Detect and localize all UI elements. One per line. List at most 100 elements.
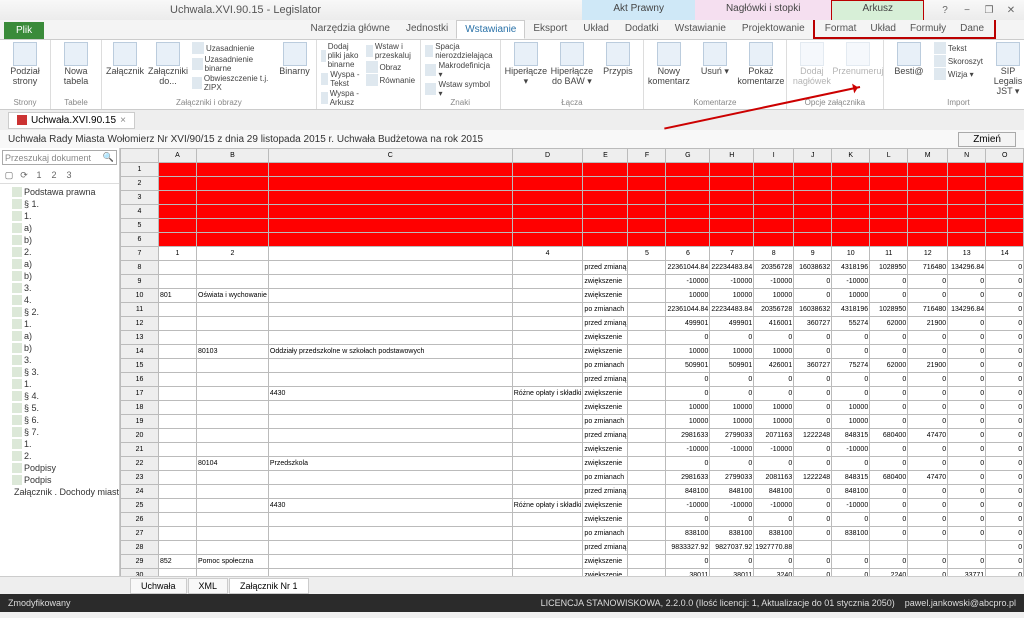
data-cell[interactable]: przed zmianą xyxy=(583,541,628,555)
data-cell[interactable]: 0 xyxy=(870,331,908,345)
col-header[interactable]: N xyxy=(948,149,986,163)
data-cell[interactable] xyxy=(159,275,197,289)
data-cell[interactable]: 0 xyxy=(908,415,948,429)
data-cell[interactable] xyxy=(159,513,197,527)
data-cell[interactable]: 1028950 xyxy=(870,261,908,275)
add-header-button[interactable]: Dodaj nagłówek xyxy=(791,42,833,87)
header-cell[interactable] xyxy=(986,163,1024,177)
row-header[interactable]: 1 xyxy=(121,163,159,177)
row-header[interactable]: 15 xyxy=(121,359,159,373)
col-header[interactable]: A xyxy=(159,149,197,163)
data-cell[interactable]: 4318196 xyxy=(832,303,870,317)
data-cell[interactable] xyxy=(159,527,197,541)
data-cell[interactable]: 848100 xyxy=(832,485,870,499)
data-cell[interactable]: po zmianach xyxy=(583,471,628,485)
row-header[interactable]: 21 xyxy=(121,443,159,457)
ark-tab-formuły[interactable]: Formuły xyxy=(903,20,953,37)
data-cell[interactable]: 10000 xyxy=(666,401,710,415)
data-cell[interactable]: 0 xyxy=(948,289,986,303)
data-cell[interactable]: 0 xyxy=(794,555,832,569)
data-cell[interactable]: 0 xyxy=(908,443,948,457)
header-cell[interactable] xyxy=(512,163,583,177)
header-cell[interactable] xyxy=(197,205,269,219)
header-cell[interactable] xyxy=(754,177,794,191)
num-cell[interactable]: 11 xyxy=(870,247,908,261)
header-cell[interactable] xyxy=(754,219,794,233)
data-cell[interactable]: 16038632 xyxy=(794,303,832,317)
side-tool[interactable]: ⟳ xyxy=(18,169,30,181)
data-cell[interactable]: zwiększenie xyxy=(583,289,628,303)
data-cell[interactable] xyxy=(512,345,583,359)
data-cell[interactable]: 0 xyxy=(948,485,986,499)
header-cell[interactable] xyxy=(268,163,512,177)
data-cell[interactable]: 80104 xyxy=(197,457,269,471)
header-cell[interactable] xyxy=(870,233,908,247)
tree-item[interactable]: 1. xyxy=(2,438,117,450)
data-cell[interactable] xyxy=(512,401,583,415)
header-cell[interactable] xyxy=(159,177,197,191)
header-cell[interactable] xyxy=(583,191,628,205)
data-cell[interactable] xyxy=(159,401,197,415)
data-cell[interactable] xyxy=(512,569,583,577)
rib4b-item[interactable]: Równanie xyxy=(366,74,416,86)
tree-item[interactable]: § 4. xyxy=(2,390,117,402)
data-cell[interactable]: Oświata i wychowanie xyxy=(197,289,269,303)
tree-item[interactable]: § 1. xyxy=(2,198,117,210)
data-cell[interactable]: 0 xyxy=(794,387,832,401)
data-cell[interactable]: 0 xyxy=(794,569,832,577)
data-cell[interactable]: 509901 xyxy=(710,359,754,373)
data-cell[interactable]: 0 xyxy=(986,429,1024,443)
nag-tab-projektowanie[interactable]: Projektowanie xyxy=(734,20,813,39)
data-cell[interactable] xyxy=(628,429,666,443)
data-cell[interactable]: 10000 xyxy=(710,401,754,415)
data-cell[interactable]: 0 xyxy=(908,485,948,499)
header-cell[interactable] xyxy=(197,163,269,177)
show-comments-button[interactable]: Pokaż komentarze xyxy=(740,42,782,87)
data-cell[interactable] xyxy=(512,485,583,499)
data-cell[interactable] xyxy=(268,275,512,289)
row-header[interactable]: 2 xyxy=(121,177,159,191)
tree-item[interactable]: a) xyxy=(2,330,117,342)
data-cell[interactable]: 0 xyxy=(832,457,870,471)
rib4b-item[interactable]: Obraz xyxy=(366,61,416,73)
header-cell[interactable] xyxy=(159,233,197,247)
data-cell[interactable]: 22361044.84 xyxy=(666,261,710,275)
data-cell[interactable]: 0 xyxy=(908,289,948,303)
data-cell[interactable] xyxy=(197,261,269,275)
header-cell[interactable] xyxy=(159,205,197,219)
data-cell[interactable]: 10000 xyxy=(754,289,794,303)
data-cell[interactable]: zwiększenie xyxy=(583,555,628,569)
row-header[interactable]: 5 xyxy=(121,219,159,233)
header-cell[interactable] xyxy=(870,205,908,219)
tree-item[interactable]: a) xyxy=(2,258,117,270)
data-cell[interactable]: 0 xyxy=(986,261,1024,275)
data-cell[interactable] xyxy=(197,569,269,577)
data-cell[interactable]: Przedszkola xyxy=(268,457,512,471)
header-cell[interactable] xyxy=(666,191,710,205)
num-cell[interactable]: 7 xyxy=(710,247,754,261)
data-cell[interactable]: 4430 xyxy=(268,387,512,401)
row-header[interactable]: 4 xyxy=(121,205,159,219)
data-cell[interactable] xyxy=(512,289,583,303)
data-cell[interactable]: 0 xyxy=(794,331,832,345)
data-cell[interactable] xyxy=(197,275,269,289)
new-table-button[interactable]: Nowa tabela xyxy=(55,42,97,87)
data-cell[interactable] xyxy=(628,443,666,457)
header-cell[interactable] xyxy=(754,163,794,177)
data-cell[interactable] xyxy=(197,485,269,499)
data-cell[interactable]: 2081163 xyxy=(754,471,794,485)
data-cell[interactable] xyxy=(512,429,583,443)
hyperlink-baw-button[interactable]: Hiperłącze do BAW ▾ xyxy=(551,42,593,87)
header-cell[interactable] xyxy=(666,205,710,219)
data-cell[interactable] xyxy=(268,527,512,541)
data-cell[interactable]: 75274 xyxy=(832,359,870,373)
data-cell[interactable]: 0 xyxy=(986,289,1024,303)
data-cell[interactable] xyxy=(159,457,197,471)
header-cell[interactable] xyxy=(794,219,832,233)
data-cell[interactable] xyxy=(512,415,583,429)
data-cell[interactable]: 22361044.84 xyxy=(666,303,710,317)
data-cell[interactable]: 62000 xyxy=(870,317,908,331)
data-cell[interactable]: po zmianach xyxy=(583,303,628,317)
data-cell[interactable] xyxy=(159,541,197,555)
tree-item[interactable]: Podstawa prawna xyxy=(2,186,117,198)
